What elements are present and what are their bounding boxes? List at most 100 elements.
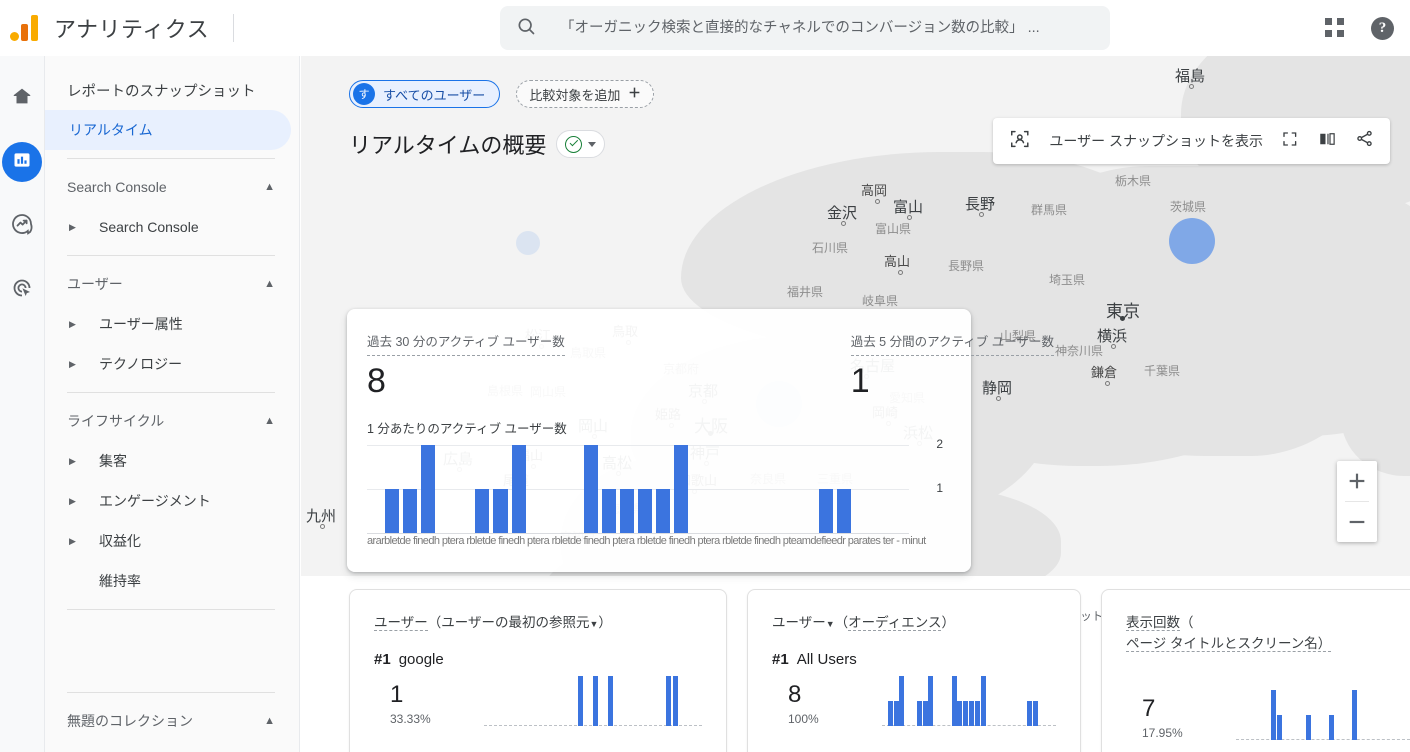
rail-item-home[interactable] (2, 78, 42, 118)
sidebar-divider (67, 392, 275, 393)
sidebar-item-acquisition[interactable]: ▶ 集客 (45, 441, 299, 481)
metric-label: 過去 5 分間のアクティブ ユーザー数 (850, 331, 1054, 356)
apps-grid-icon[interactable] (1325, 18, 1345, 38)
sidebar-item-conversion-location[interactable]: ▶ コンバージョン地点 (45, 741, 299, 752)
sparkline-bar (665, 676, 671, 726)
card-title-dimension[interactable]: ページ タイトルとスクリーン名） (1126, 636, 1332, 652)
map-label: 富山県 (875, 222, 912, 236)
fullscreen-icon[interactable] (1281, 130, 1299, 153)
card-title-dimension[interactable]: オーディエンス (848, 615, 942, 631)
secondary-sidebar: レポートのスナップショット リアルタイム Search Console ▲ ▶ … (45, 56, 300, 752)
sidebar-divider (67, 692, 275, 693)
expand-caret-icon: ▶ (69, 221, 76, 232)
sparkline-bar (916, 701, 922, 726)
help-circle-icon[interactable]: ? (1371, 16, 1394, 40)
rail-item-explore[interactable] (2, 206, 42, 246)
card-title-metric[interactable]: 表示回数 (1126, 615, 1180, 631)
card-sparkline (484, 674, 702, 726)
sparkline-bar (887, 701, 893, 726)
active-user-bubble[interactable] (516, 231, 540, 255)
card-value: 8 (788, 680, 802, 708)
share-icon[interactable] (1355, 129, 1374, 153)
sidebar-item-monetization[interactable]: ▶ 収益化 (45, 521, 299, 561)
card-top-item: #1 All Users (772, 651, 1056, 668)
sparkline-bar (974, 701, 980, 726)
card-users-by-audience[interactable]: ユーザー▼（オーディエンス） #1 All Users 8 100% オーディエン… (747, 589, 1081, 752)
map-label: 福井県 (787, 285, 824, 299)
user-snapshot-icon[interactable] (1009, 128, 1031, 155)
map-place-dot (320, 524, 325, 529)
zoom-out-button[interactable] (1337, 502, 1377, 542)
card-body: 1 33.33% (374, 674, 702, 726)
active-user-bubble[interactable] (1169, 218, 1215, 264)
chart-bar (475, 488, 490, 533)
chart-bar (601, 488, 616, 533)
card-views-by-page-title[interactable]: 表示回数（ ページ タイトルとスクリーン名） 7 17.95% ページ タイトル… (1101, 589, 1410, 752)
chart-bar (403, 488, 418, 533)
main-content: 福島 栃木県 茨城県 高岡 富山 金沢 長野 群馬県 富山県 石川県 高山 長野県 埼玉県 福井県 岐阜県東… (301, 56, 1410, 752)
x-axis-labels: ararbletde finedh ptera rbletde finedh p… (367, 534, 926, 547)
search-bar[interactable] (500, 6, 1110, 50)
search-input[interactable] (558, 19, 1094, 37)
chevron-down-icon[interactable]: ▼ (826, 619, 835, 629)
card-item-name: All Users (796, 651, 857, 668)
map-place-dot (875, 199, 880, 204)
all-users-chip-label: すべてのユーザー (383, 87, 486, 103)
top-app-bar: アナリティクス ? (0, 0, 1410, 56)
chevron-down-icon (588, 141, 597, 147)
rail-item-reports[interactable] (2, 142, 42, 182)
card-users-by-first-source[interactable]: ユーザー（ユーザーの最初の参照元▼） #1 google 1 33.33% ユーザ… (349, 589, 727, 752)
sparkline-bar (893, 701, 899, 726)
zoom-in-button[interactable] (1337, 461, 1377, 501)
data-quality-pill[interactable] (556, 130, 606, 158)
sidebar-item-label: レポートのスナップショット (67, 83, 256, 100)
top-bar-actions: ? (1325, 0, 1394, 56)
split-compare-icon[interactable] (1317, 130, 1337, 153)
brand-divider (233, 14, 235, 42)
avatar: す (353, 83, 375, 105)
card-title-metric[interactable]: ユーザー (772, 615, 826, 630)
expand-caret-icon: ▶ (69, 455, 76, 466)
sidebar-section-label: Search Console (67, 179, 167, 195)
add-comparison-button[interactable]: 比較対象を追加 (516, 80, 655, 108)
rail-item-advertising[interactable] (2, 270, 42, 310)
sparkline-bar (1032, 701, 1038, 726)
sidebar-section-untitled-collection[interactable]: 無題のコレクション ▲ (45, 701, 299, 741)
sidebar-item-search-console[interactable]: ▶ Search Console (45, 207, 299, 247)
sidebar-item-reports-snapshot[interactable]: レポートのスナップショット (45, 70, 291, 110)
chart-bar (656, 488, 671, 533)
metric-value: 8 (367, 362, 386, 400)
sidebar-item-technology[interactable]: ▶ テクノロジー (45, 344, 299, 384)
check-circle-icon (565, 135, 583, 153)
map-label: 福島 (1175, 68, 1206, 85)
sidebar-item-engagement[interactable]: ▶ エンゲージメント (45, 481, 299, 521)
sparkline-bar (1027, 701, 1032, 726)
sidebar-section-label: ライフサイクル (67, 413, 165, 429)
sidebar-section-user[interactable]: ユーザー ▲ (45, 264, 299, 304)
map-place-dot (1120, 316, 1125, 321)
card-title-rest: （ユーザーの最初の参照元▼） (427, 615, 612, 630)
sidebar-section-lifecycle[interactable]: ライフサイクル ▲ (45, 401, 299, 441)
map-label: 茨城県 (1170, 200, 1207, 214)
sidebar-item-retention[interactable]: ▶ 維持率 (45, 561, 299, 601)
sparkline-bar (1270, 690, 1276, 740)
card-rank: #1 (772, 651, 789, 668)
chart-bar (583, 444, 598, 533)
user-snapshot-label[interactable]: ユーザー スナップショットを表示 (1049, 131, 1263, 151)
sidebar-item-label: 集客 (99, 453, 127, 469)
all-users-chip[interactable]: す すべてのユーザー (349, 80, 501, 108)
map-label: 石川県 (812, 241, 849, 255)
map-label: 栃木県 (1115, 174, 1152, 188)
card-title-paren-open: （ (1180, 615, 1194, 630)
sidebar-item-user-attributes[interactable]: ▶ ユーザー属性 (45, 304, 299, 344)
sidebar-item-realtime[interactable]: リアルタイム (45, 110, 291, 150)
sidebar-item-label: 収益化 (99, 533, 141, 549)
map-label: 岐阜県 (862, 294, 899, 308)
card-stat: 1 33.33% (374, 681, 484, 726)
card-title-dimension[interactable]: ユーザー (374, 615, 428, 631)
search-icon (516, 16, 536, 41)
sparkline-bar (969, 701, 974, 726)
realtime-metrics: 過去 30 分のアクティブ ユーザー数 8 過去 5 分間のアクティブ ユーザー… (367, 331, 1054, 400)
chart-bar (385, 488, 400, 533)
sidebar-section-search-console[interactable]: Search Console ▲ (45, 167, 299, 207)
